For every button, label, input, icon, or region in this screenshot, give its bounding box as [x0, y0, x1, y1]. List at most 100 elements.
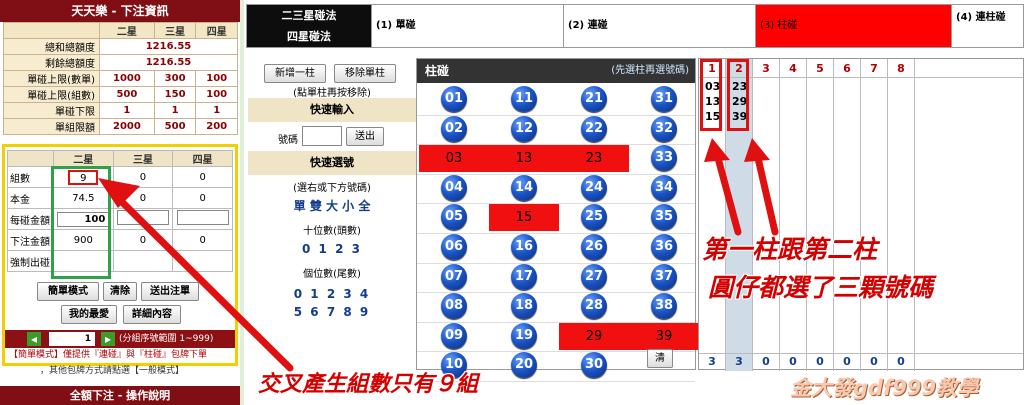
tens-selector[interactable]: 0 1 2 3 [248, 242, 416, 256]
page-input[interactable]: 1 [49, 332, 95, 346]
simple-mode-button[interactable]: 簡單模式 [37, 282, 99, 301]
table-row: 單碰上限(數單) 1000 300 100 [3, 70, 238, 87]
ball-14[interactable]: 14 [511, 174, 537, 201]
ball-27[interactable]: 27 [581, 263, 607, 290]
table-row: 下注金額 900 0 0 [7, 229, 233, 251]
principal-3star: 0 [112, 187, 174, 209]
row-divider [417, 114, 695, 116]
play-method-tabs: 二三星碰法 四星碰法 (1) 單碰 (2) 連碰 (3) 柱碰 (4) 連柱碰 [246, 4, 1024, 48]
ball-11[interactable]: 11 [511, 86, 537, 112]
page-bar: ◂ 1 ▸ (分組序號範圍 1~999) [5, 330, 235, 348]
bet-panel: 二星 三星 四星 組數 9 0 0 本金 74.5 0 0 每碰金額 100 下注金… [2, 144, 238, 366]
ball-24[interactable]: 24 [581, 174, 607, 201]
clear-button[interactable]: 清除 [103, 282, 137, 301]
ball-16[interactable]: 16 [511, 234, 537, 260]
tab-label-4star[interactable]: 四星碰法 [247, 26, 371, 47]
grid-header-8[interactable]: 8 [891, 61, 911, 77]
ball-28[interactable]: 28 [581, 293, 607, 320]
ball-05[interactable]: 05 [441, 204, 467, 231]
grid-footer-divider [699, 353, 1023, 354]
grid-header-6[interactable]: 6 [837, 61, 857, 77]
ball-22[interactable]: 22 [581, 115, 607, 142]
selected-cell-23[interactable]: 23 [559, 145, 629, 173]
odd-even-selector[interactable]: 單 雙 大 小 全 [248, 197, 416, 214]
bet-amount-3star: 0 [112, 229, 174, 251]
number-label: 號碼 [278, 135, 298, 146]
clear-balls-button[interactable]: 清 [647, 349, 673, 368]
selected-cell-15[interactable]: 15 [489, 204, 559, 232]
ball-panel-title: 柱碰 [425, 64, 450, 78]
selected-cell-39[interactable]: 39 [629, 322, 699, 350]
highlight-box [51, 166, 111, 279]
ball-35[interactable]: 35 [651, 204, 677, 231]
ball-08[interactable]: 08 [441, 293, 467, 320]
info-title: 天天樂 - 下注資訊 [0, 0, 240, 22]
row-divider [417, 173, 695, 175]
row-divider [417, 144, 695, 146]
grid-column-4[interactable] [780, 59, 807, 371]
ball-09[interactable]: 09 [441, 322, 467, 349]
grid-column-5[interactable] [807, 59, 834, 371]
ball-01[interactable]: 01 [441, 86, 467, 112]
ball-12[interactable]: 12 [511, 115, 537, 142]
ball-18[interactable]: 18 [511, 293, 537, 320]
ball-07[interactable]: 07 [441, 263, 467, 290]
amount-input-4star[interactable] [176, 210, 229, 225]
ball-31[interactable]: 31 [651, 86, 677, 112]
ball-32[interactable]: 32 [651, 115, 677, 142]
ball-20[interactable]: 20 [511, 352, 537, 379]
limits-table: 二星 三星 四星 總和總額度 1216.55 剩餘總額度 1216.55 單碰上限(數單… [3, 22, 238, 135]
ball-06[interactable]: 06 [441, 234, 467, 260]
units-selector-row2[interactable]: 5 6 7 8 9 [248, 305, 416, 319]
grid-column-8[interactable] [888, 59, 915, 371]
next-page-icon[interactable]: ▸ [101, 332, 115, 346]
grid-count-1: 3 [708, 355, 716, 368]
grid-header-3[interactable]: 3 [756, 61, 776, 77]
ball-21[interactable]: 21 [581, 86, 607, 112]
remove-column-button[interactable]: 移除單柱 [334, 64, 396, 83]
submit-button[interactable]: 送出注單 [141, 282, 199, 301]
ball-19[interactable]: 19 [511, 322, 537, 349]
ball-30[interactable]: 30 [581, 352, 607, 379]
ball-17[interactable]: 17 [511, 263, 537, 290]
tab-continuous[interactable]: (2) 連碰 [563, 5, 755, 47]
ball-33[interactable]: 33 [651, 145, 677, 172]
grid-column-3[interactable] [753, 59, 780, 371]
number-input[interactable] [302, 126, 342, 146]
bottom-left-header: 全額下注 - 操作說明 [0, 386, 240, 405]
ball-panel-header: 柱碰 (先選柱再選號碼) [417, 59, 695, 83]
ball-26[interactable]: 26 [581, 234, 607, 260]
grid-column-6[interactable] [834, 59, 861, 371]
grid-header-7[interactable]: 7 [864, 61, 884, 77]
detail-button[interactable]: 詳細內容 [123, 305, 181, 324]
tab-continuous-column[interactable]: (4) 連柱碰 [951, 5, 1023, 47]
ball-36[interactable]: 36 [651, 234, 677, 260]
amount-input-3star[interactable] [116, 210, 169, 225]
ball-34[interactable]: 34 [651, 174, 677, 201]
ball-38[interactable]: 38 [651, 293, 677, 320]
tab-column[interactable]: (3) 柱碰 [755, 5, 951, 47]
ball-37[interactable]: 37 [651, 263, 677, 290]
ball-02[interactable]: 02 [441, 115, 467, 142]
tab-label-23star[interactable]: 二三星碰法 [247, 5, 371, 26]
grid-header-4[interactable]: 4 [783, 61, 803, 77]
prev-page-icon[interactable]: ◂ [27, 332, 41, 346]
row-divider [417, 321, 695, 323]
group-count-3star: 0 [112, 166, 174, 188]
add-column-button[interactable]: 新增一柱 [264, 64, 326, 83]
selected-cell-13[interactable]: 13 [489, 145, 559, 173]
selected-cell-29[interactable]: 29 [559, 322, 629, 350]
grid-column-7[interactable] [861, 59, 888, 371]
ball-04[interactable]: 04 [441, 174, 467, 201]
favorite-button[interactable]: 我的最愛 [61, 305, 117, 324]
column-grid: 1 3 2 3 3 0 4 0 5 0 6 0 7 0 8 0 03 13 15 23 29 39 [698, 58, 1024, 371]
col-header: 三星 [153, 22, 197, 39]
grid-count-8: 0 [897, 355, 905, 368]
grid-header-5[interactable]: 5 [810, 61, 830, 77]
ball-25[interactable]: 25 [581, 204, 607, 231]
tab-single[interactable]: (1) 單碰 [371, 5, 563, 47]
send-button[interactable]: 送出 [346, 127, 384, 146]
ball-panel-hint: (先選柱再選號碼) [611, 65, 689, 76]
units-selector-row1[interactable]: 0 1 2 3 4 [248, 287, 416, 301]
selected-cell-03[interactable]: 03 [419, 145, 489, 173]
